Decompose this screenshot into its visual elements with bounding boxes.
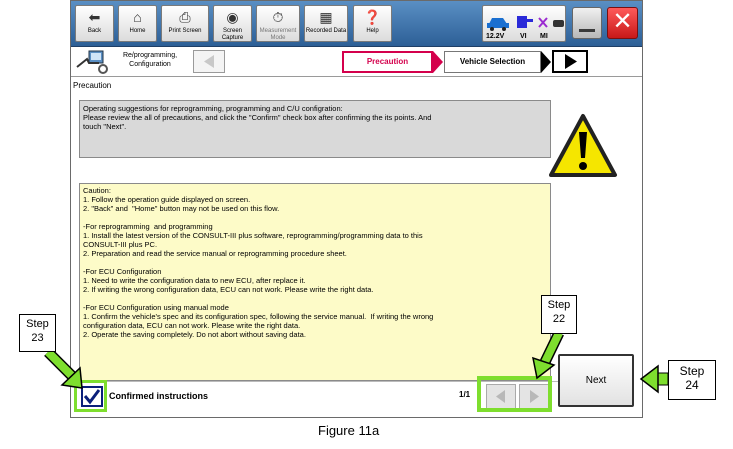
step24-label: Step 24	[668, 360, 716, 400]
annotation-arrows	[44, 330, 669, 394]
step24-arrow-icon	[639, 364, 669, 394]
step22-label: Step 22	[541, 295, 577, 334]
step23-arrow-icon	[44, 348, 83, 389]
step23-label: Step 23	[19, 314, 56, 352]
step22-arrow-icon	[532, 330, 564, 380]
figure-caption: Figure 11a	[318, 423, 380, 438]
